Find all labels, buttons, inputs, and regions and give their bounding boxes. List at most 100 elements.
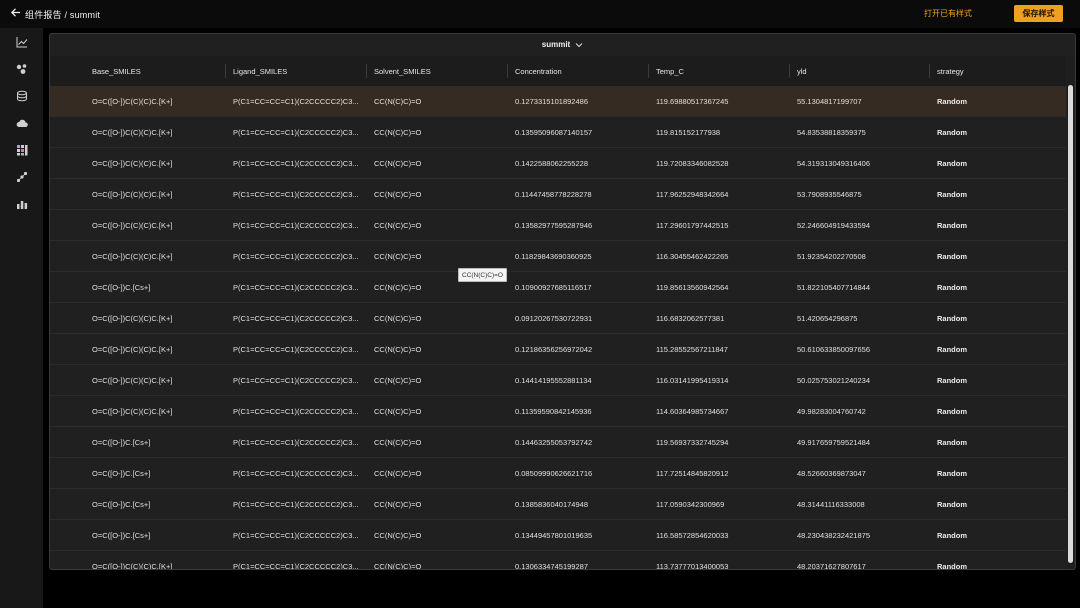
table-cell[interactable]: CC(N(C)C)=O xyxy=(367,365,508,395)
table-cell[interactable]: O=C([O-])C(C)(C)C.[K+] xyxy=(85,551,225,570)
table-cell[interactable]: 0.1273315101892486 xyxy=(508,86,648,116)
table-cell[interactable]: P(C1=CC=CC=C1)(C2CCCCC2)C3... xyxy=(226,489,367,519)
column-header-concentration[interactable]: Concentration xyxy=(508,56,648,86)
table-cell[interactable]: 48.52660369873047 xyxy=(790,458,930,488)
table-cell[interactable]: 51.822105407714844 xyxy=(790,272,930,302)
table-cell[interactable]: Random xyxy=(930,427,1066,457)
table-cell[interactable]: 0.10900927685116517 xyxy=(508,272,648,302)
column-header-temp-c[interactable]: Temp_C xyxy=(649,56,790,86)
table-cell[interactable]: P(C1=CC=CC=C1)(C2CCCCC2)C3... xyxy=(226,551,367,570)
back-button[interactable]: 组件报告 / summit xyxy=(10,5,100,23)
table-cell[interactable]: 51.92354202270508 xyxy=(790,241,930,271)
table-cell[interactable]: O=C([O-])C(C)(C)C.[K+] xyxy=(85,303,225,333)
table-cell[interactable]: Random xyxy=(930,520,1066,550)
table-cell[interactable]: Random xyxy=(930,334,1066,364)
table-cell[interactable]: CC(N(C)C)=O xyxy=(367,117,508,147)
table-cell[interactable]: 54.83538818359375 xyxy=(790,117,930,147)
table-cell[interactable]: 0.11359590842145936 xyxy=(508,396,648,426)
table-cell[interactable]: O=C([O-])C.[Cs+] xyxy=(85,272,225,302)
table-cell[interactable]: O=C([O-])C(C)(C)C.[K+] xyxy=(85,210,225,240)
table-cell[interactable]: 0.12186356256972042 xyxy=(508,334,648,364)
table-cell[interactable]: 0.1385836040174948 xyxy=(508,489,648,519)
table-cell[interactable]: 49.917659759521484 xyxy=(790,427,930,457)
table-cell[interactable]: 48.230438232421875 xyxy=(790,520,930,550)
save-style-button[interactable]: 保存样式 xyxy=(1014,5,1063,22)
table-cell[interactable]: P(C1=CC=CC=C1)(C2CCCCC2)C3... xyxy=(226,179,367,209)
table-cell[interactable]: 55.1304817199707 xyxy=(790,86,930,116)
table-cell[interactable]: 119.56937332745294 xyxy=(649,427,790,457)
table-cell[interactable]: CC(N(C)C)=O xyxy=(367,551,508,570)
table-cell[interactable]: P(C1=CC=CC=C1)(C2CCCCC2)C3... xyxy=(226,396,367,426)
table-cell[interactable]: CC(N(C)C)=O xyxy=(367,303,508,333)
table-cell[interactable]: Random xyxy=(930,117,1066,147)
table-cell[interactable]: O=C([O-])C.[Cs+] xyxy=(85,427,225,457)
table-cell[interactable]: Random xyxy=(930,303,1066,333)
table-cell[interactable]: 0.08509990626621716 xyxy=(508,458,648,488)
table-cell[interactable]: 117.96252948342664 xyxy=(649,179,790,209)
open-existing-style-link[interactable]: 打开已有样式 xyxy=(924,8,972,19)
table-cell[interactable]: 0.11829843690360925 xyxy=(508,241,648,271)
table-row[interactable]: O=C([O-])C.[Cs+] P(C1=CC=CC=C1)(C2CCCCC2)… xyxy=(50,427,1066,458)
table-cell[interactable]: Random xyxy=(930,551,1066,570)
cloud-icon[interactable] xyxy=(16,117,28,129)
column-header-ligand-smiles[interactable]: Ligand_SMILES xyxy=(226,56,367,86)
table-row[interactable]: O=C([O-])C(C)(C)C.[K+] P(C1=CC=CC=C1)(C2C… xyxy=(50,117,1066,148)
table-cell[interactable]: 53.7908935546875 xyxy=(790,179,930,209)
table-row[interactable]: O=C([O-])C(C)(C)C.[K+] P(C1=CC=CC=C1)(C2C… xyxy=(50,303,1066,334)
table-row[interactable]: O=C([O-])C(C)(C)C.[K+] P(C1=CC=CC=C1)(C2C… xyxy=(50,334,1066,365)
table-cell[interactable]: Random xyxy=(930,86,1066,116)
table-cell[interactable]: 54.319313049316406 xyxy=(790,148,930,178)
table-row[interactable]: O=C([O-])C(C)(C)C.[K+] P(C1=CC=CC=C1)(C2C… xyxy=(50,241,1066,272)
table-cell[interactable]: P(C1=CC=CC=C1)(C2CCCCC2)C3... xyxy=(226,520,367,550)
table-cell[interactable]: O=C([O-])C(C)(C)C.[K+] xyxy=(85,396,225,426)
table-cell[interactable]: P(C1=CC=CC=C1)(C2CCCCC2)C3... xyxy=(226,210,367,240)
table-cell[interactable]: P(C1=CC=CC=C1)(C2CCCCC2)C3... xyxy=(226,148,367,178)
table-cell[interactable]: Random xyxy=(930,210,1066,240)
table-cell[interactable]: CC(N(C)C)=O xyxy=(367,241,508,271)
table-cell[interactable]: 116.6832062577381 xyxy=(649,303,790,333)
table-cell[interactable]: P(C1=CC=CC=C1)(C2CCCCC2)C3... xyxy=(226,365,367,395)
table-cell[interactable]: 0.11447458778228278 xyxy=(508,179,648,209)
table-cell[interactable]: CC(N(C)C)=O xyxy=(367,458,508,488)
database-icon[interactable] xyxy=(16,90,28,102)
table-cell[interactable]: P(C1=CC=CC=C1)(C2CCCCC2)C3... xyxy=(226,458,367,488)
table-cell[interactable]: 48.31441116333008 xyxy=(790,489,930,519)
table-cell[interactable]: Random xyxy=(930,272,1066,302)
line-chart-icon[interactable] xyxy=(16,36,28,48)
table-row[interactable]: O=C([O-])C.[Cs+] P(C1=CC=CC=C1)(C2CCCCC2)… xyxy=(50,458,1066,489)
panel-title-dropdown[interactable]: summit xyxy=(50,34,1075,55)
vertical-scrollbar[interactable] xyxy=(1067,56,1074,569)
table-cell[interactable]: CC(N(C)C)=O xyxy=(367,396,508,426)
table-cell[interactable]: Random xyxy=(930,148,1066,178)
table-cell[interactable]: CC(N(C)C)=O xyxy=(367,86,508,116)
table-cell[interactable]: 114.60364985734667 xyxy=(649,396,790,426)
table-cell[interactable]: 48.20371627807617 xyxy=(790,551,930,570)
table-cell[interactable]: 51.420654296875 xyxy=(790,303,930,333)
table-cell[interactable]: P(C1=CC=CC=C1)(C2CCCCC2)C3... xyxy=(226,241,367,271)
table-row[interactable]: O=C([O-])C.[Cs+] P(C1=CC=CC=C1)(C2CCCCC2)… xyxy=(50,272,1066,303)
table-cell[interactable]: 116.03141995419314 xyxy=(649,365,790,395)
table-row[interactable]: O=C([O-])C(C)(C)C.[K+] P(C1=CC=CC=C1)(C2C… xyxy=(50,179,1066,210)
table-cell[interactable]: 0.1422588062255228 xyxy=(508,148,648,178)
table-cell[interactable]: CC(N(C)C)=O xyxy=(367,520,508,550)
table-cell[interactable]: O=C([O-])C.[Cs+] xyxy=(85,489,225,519)
table-row[interactable]: O=C([O-])C(C)(C)C.[K+] P(C1=CC=CC=C1)(C2C… xyxy=(50,86,1066,117)
bar-chart-icon[interactable] xyxy=(16,198,28,210)
table-cell[interactable]: CC(N(C)C)=O xyxy=(367,148,508,178)
table-cell[interactable]: 0.13449457801019635 xyxy=(508,520,648,550)
table-row[interactable]: O=C([O-])C.[Cs+] P(C1=CC=CC=C1)(C2CCCCC2)… xyxy=(50,489,1066,520)
table-cell[interactable]: 52.246604919433594 xyxy=(790,210,930,240)
table-row[interactable]: O=C([O-])C.[Cs+] P(C1=CC=CC=C1)(C2CCCCC2)… xyxy=(50,520,1066,551)
table-cell[interactable]: CC(N(C)C)=O xyxy=(367,210,508,240)
table-cell[interactable]: 50.025753021240234 xyxy=(790,365,930,395)
table-cell[interactable]: 0.13582977595287946 xyxy=(508,210,648,240)
table-cell[interactable]: 119.72083346082528 xyxy=(649,148,790,178)
table-cell[interactable]: 117.29601797442515 xyxy=(649,210,790,240)
table-cell[interactable]: 0.14414195552881134 xyxy=(508,365,648,395)
table-cell[interactable]: O=C([O-])C(C)(C)C.[K+] xyxy=(85,86,225,116)
column-header-base-smiles[interactable]: Base_SMILES xyxy=(85,56,225,86)
table-cell[interactable]: Random xyxy=(930,396,1066,426)
table-row[interactable]: O=C([O-])C(C)(C)C.[K+] P(C1=CC=CC=C1)(C2C… xyxy=(50,148,1066,179)
table-cell[interactable]: P(C1=CC=CC=C1)(C2CCCCC2)C3... xyxy=(226,272,367,302)
table-cell[interactable]: P(C1=CC=CC=C1)(C2CCCCC2)C3... xyxy=(226,303,367,333)
